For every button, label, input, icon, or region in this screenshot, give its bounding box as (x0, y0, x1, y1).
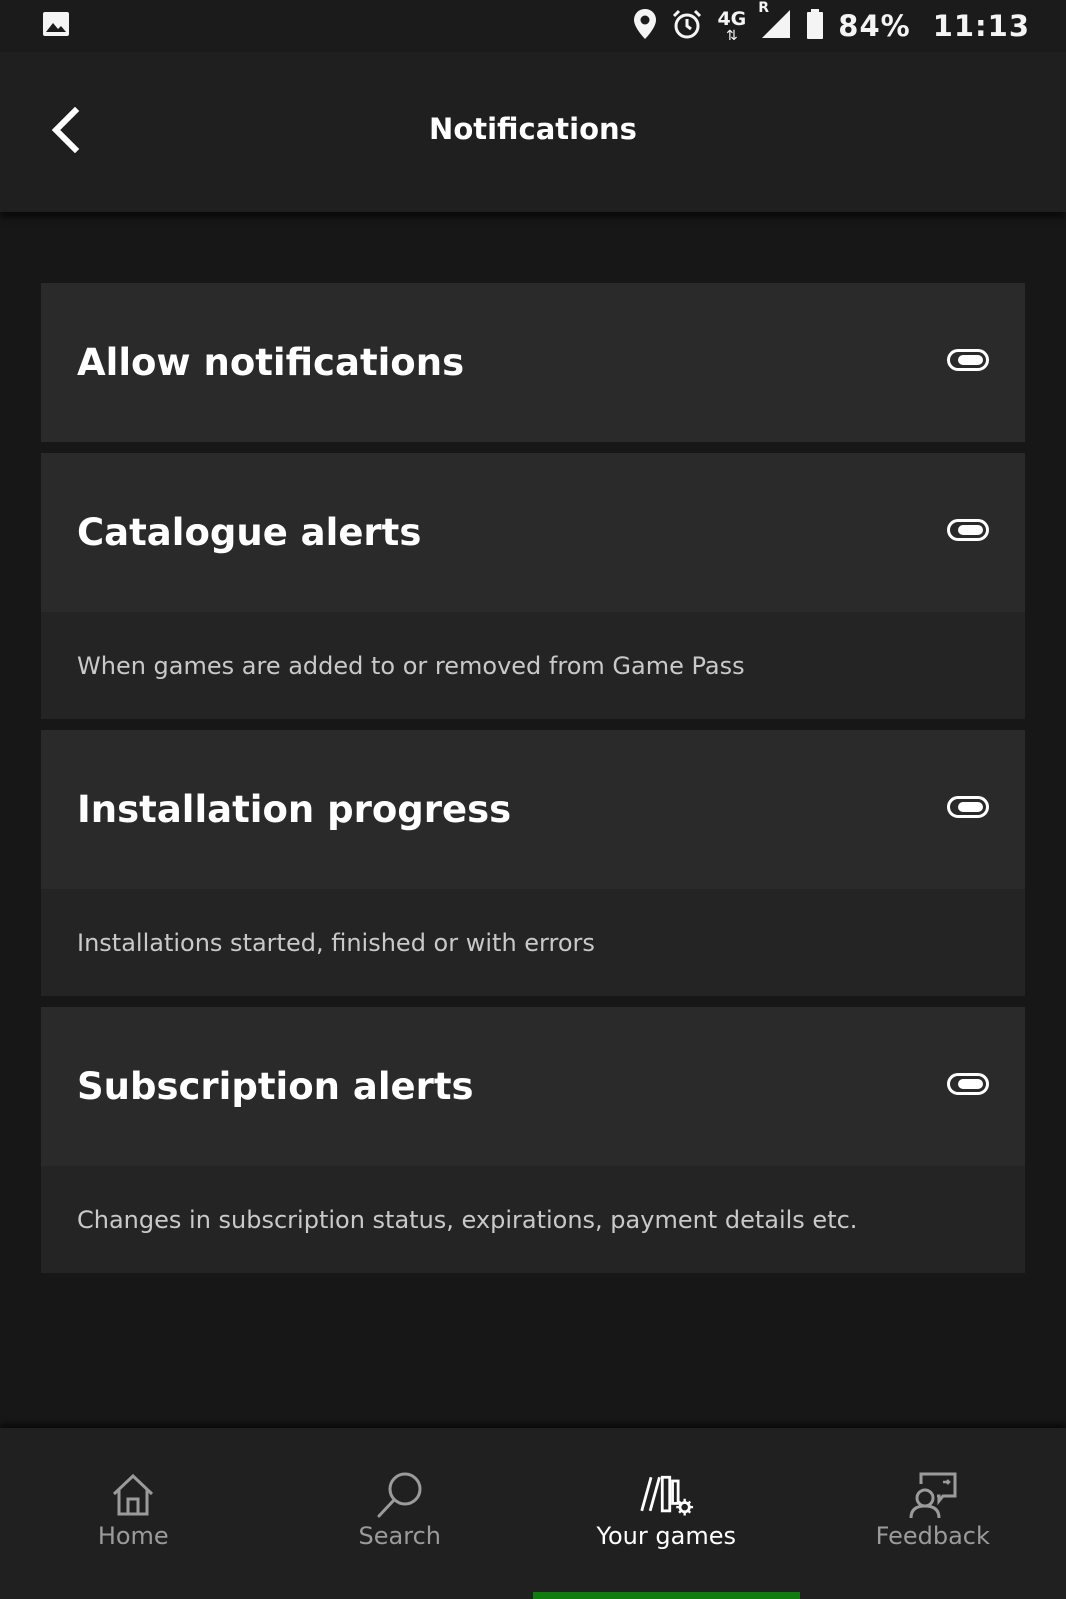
setting-row: Allow notifications (41, 283, 1025, 442)
nav-home[interactable]: Home (0, 1428, 267, 1599)
setting-card-subscription-alerts: Subscription alerts Changes in subscript… (41, 1007, 1025, 1273)
setting-row: Catalogue alerts (41, 453, 1025, 612)
nav-label: Feedback (875, 1522, 990, 1550)
nav-search[interactable]: Search (267, 1428, 534, 1599)
setting-card-allow-notifications: Allow notifications (41, 283, 1025, 442)
home-icon (105, 1470, 161, 1520)
catalogue-alerts-toggle[interactable] (947, 518, 989, 541)
page-title: Notifications (429, 112, 637, 146)
nav-label: Your games (596, 1522, 736, 1550)
status-indicators: 4G ⇅ R 84% 11:13 (633, 0, 1030, 44)
battery-icon (806, 8, 824, 44)
toggle-knob (958, 801, 983, 812)
setting-card-catalogue-alerts: Catalogue alerts When games are added to… (41, 453, 1025, 719)
app-header: Notifications (0, 52, 1066, 212)
nav-your-games[interactable]: Your games (533, 1428, 800, 1599)
setting-title: Subscription alerts (77, 1065, 474, 1108)
toggle-knob (958, 354, 983, 365)
nav-label: Search (358, 1522, 441, 1550)
allow-notifications-toggle[interactable] (947, 348, 989, 371)
feedback-icon (905, 1470, 961, 1520)
setting-row: Subscription alerts (41, 1007, 1025, 1166)
roaming-label: R (758, 0, 770, 16)
setting-title: Allow notifications (77, 341, 465, 384)
nav-feedback[interactable]: Feedback (800, 1428, 1066, 1599)
settings-list: Allow notifications Catalogue alerts Whe… (41, 283, 1025, 1284)
nav-label: Home (97, 1522, 169, 1550)
setting-description: Changes in subscription status, expirati… (41, 1166, 1025, 1273)
setting-row: Installation progress (41, 730, 1025, 889)
alarm-icon (671, 8, 703, 44)
setting-description: Installations started, finished or with … (41, 889, 1025, 996)
installation-progress-toggle[interactable] (947, 795, 989, 818)
active-tab-indicator (533, 1592, 800, 1599)
setting-title: Catalogue alerts (77, 511, 422, 554)
toggle-knob (958, 1078, 983, 1089)
setting-title: Installation progress (77, 788, 512, 831)
network-type: 4G ⇅ (717, 7, 747, 44)
setting-description: When games are added to or removed from … (41, 612, 1025, 719)
setting-card-installation-progress: Installation progress Installations star… (41, 730, 1025, 996)
network-label: 4G (717, 7, 747, 30)
toggle-knob (958, 524, 983, 535)
bottom-nav: Home Search Your games Feedback (0, 1428, 1066, 1599)
image-icon (42, 11, 70, 41)
subscription-alerts-toggle[interactable] (947, 1072, 989, 1095)
library-icon (638, 1470, 694, 1520)
search-icon (372, 1470, 428, 1520)
signal-icon: R (758, 0, 792, 44)
battery-level: 84% (838, 9, 911, 43)
status-bar: 4G ⇅ R 84% 11:13 (0, 0, 1066, 52)
location-icon (633, 8, 657, 44)
clock: 11:13 (932, 9, 1030, 43)
